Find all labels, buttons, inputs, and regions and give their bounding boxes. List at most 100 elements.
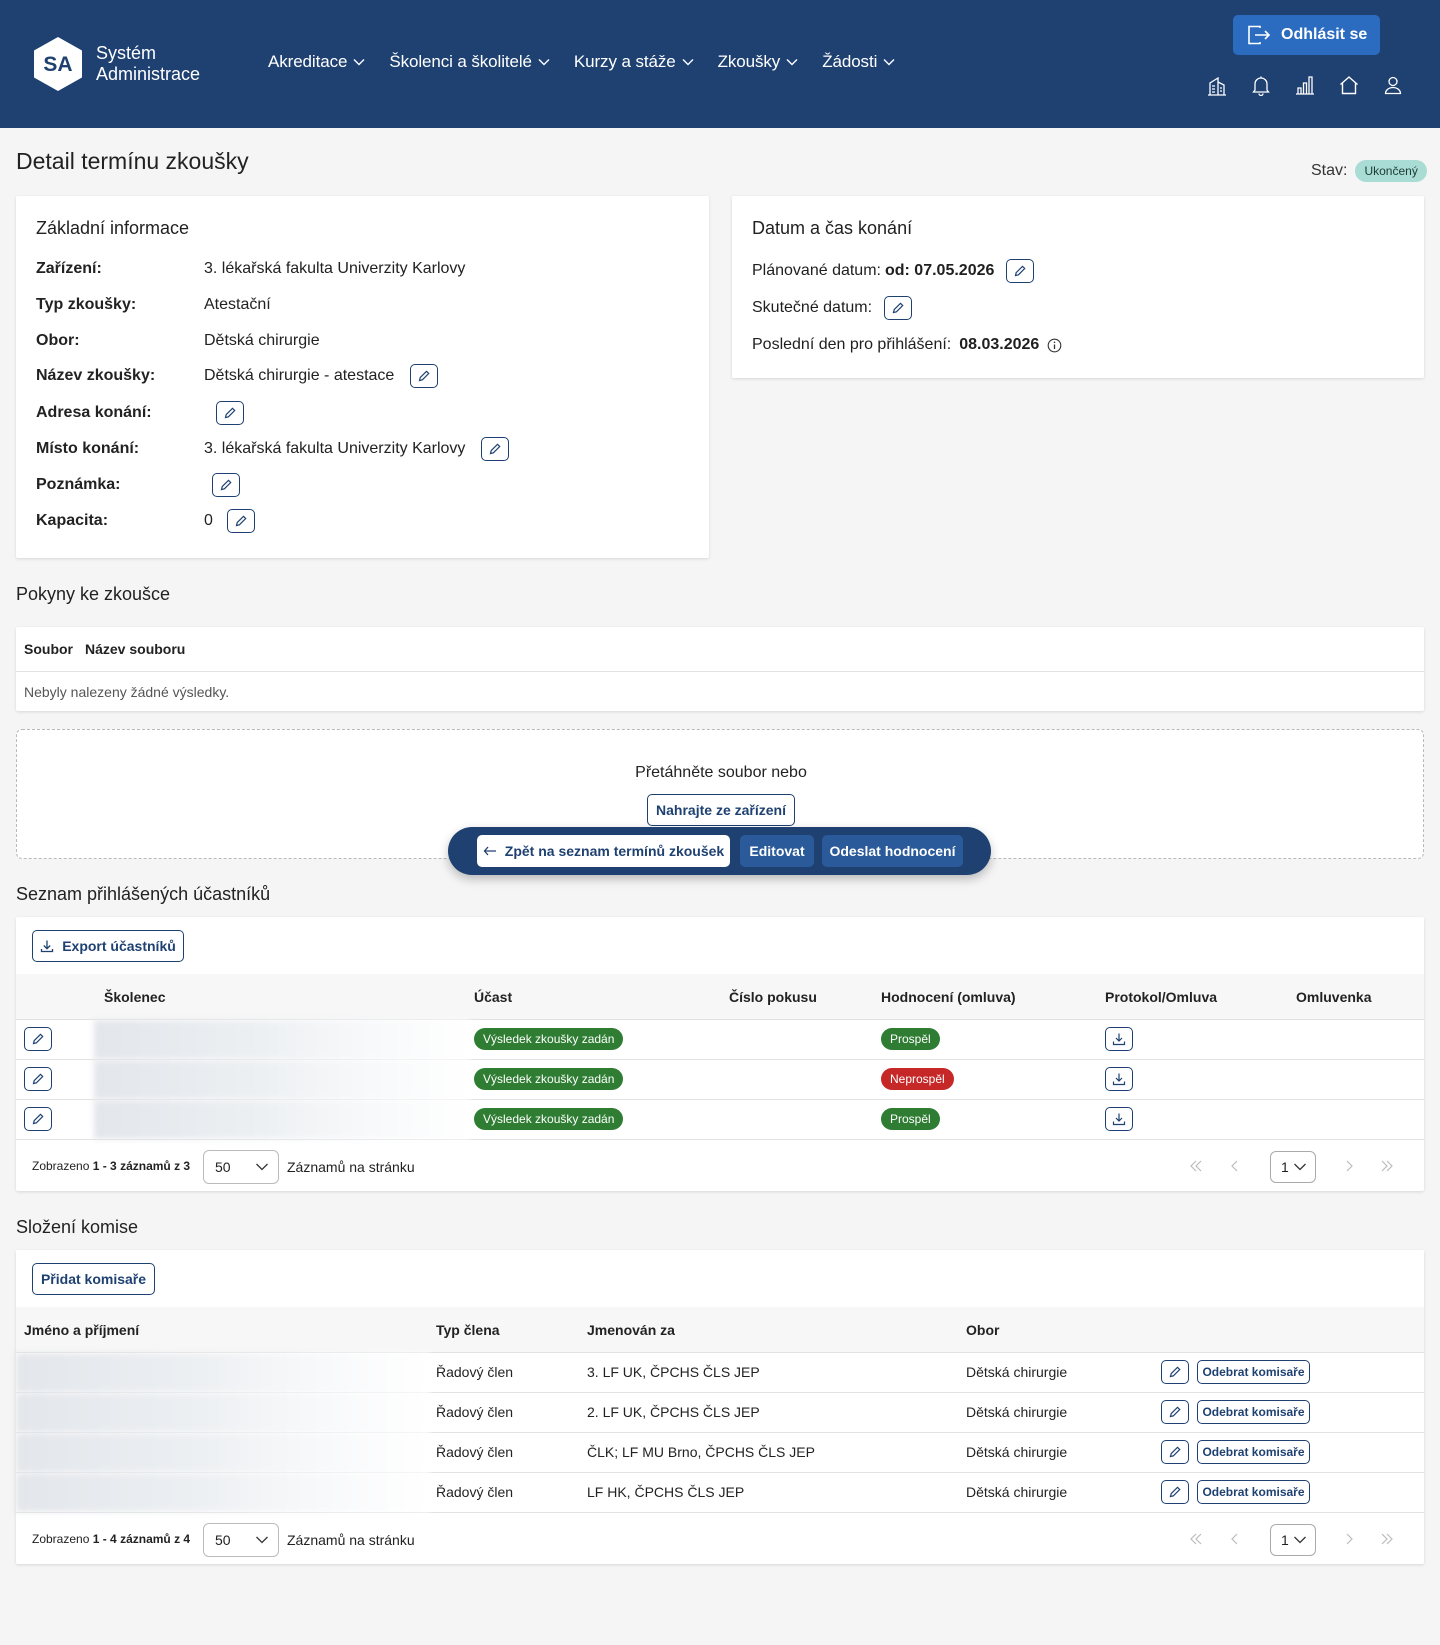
main-menu: Akreditace Školenci a školitelé Kurzy a …: [268, 52, 919, 72]
remove-commissioner-button[interactable]: Odebrat komisaře: [1197, 1400, 1310, 1424]
first-page-icon[interactable]: [1187, 1530, 1205, 1548]
info-row-zarizeni: Zařízení: 3. lékařská fakulta Univerzity …: [36, 260, 466, 277]
edit-planned-date-button[interactable]: [1006, 259, 1035, 283]
edit-button[interactable]: Editovat: [740, 835, 814, 867]
nav-kurzy[interactable]: Kurzy a stáže: [574, 52, 694, 72]
logo-icon[interactable]: SA: [33, 36, 83, 92]
committee-card: Přidat komisaře Jméno a příjmení Typ čle…: [16, 1250, 1424, 1564]
edit-commissioner-button[interactable]: [1161, 1400, 1189, 1424]
prev-page-icon[interactable]: [1226, 1530, 1244, 1548]
upload-button[interactable]: Nahrajte ze zařízení: [647, 794, 795, 826]
edit-actual-date-button[interactable]: [884, 296, 913, 320]
nav-akreditace[interactable]: Akreditace: [268, 52, 365, 72]
col-jmenovan: Jmenován za: [587, 1322, 675, 1338]
last-page-icon[interactable]: [1378, 1157, 1396, 1175]
add-commissioner-button[interactable]: Přidat komisaře: [32, 1263, 155, 1295]
brand-name: Systém Administrace: [96, 43, 201, 84]
pencil-icon: [220, 479, 232, 491]
redacted-name: [16, 1353, 430, 1392]
building-icon[interactable]: [1205, 73, 1229, 97]
edit-kapacita-button[interactable]: [226, 509, 255, 533]
edit-commissioner-button[interactable]: [1161, 1480, 1189, 1504]
logout-button[interactable]: Odhlásit se: [1233, 15, 1380, 55]
divider: [16, 671, 1424, 672]
edit-poznamka-button[interactable]: [212, 473, 240, 497]
chevron-down-icon: [682, 59, 694, 66]
participants-title: Seznam přihlášených účastníků: [16, 884, 271, 904]
pencil-icon: [892, 302, 904, 314]
info-row-poznamka: Poznámka:: [36, 473, 240, 497]
col-ucast: Účast: [474, 989, 513, 1005]
send-evaluation-button[interactable]: Odeslat hodnocení: [822, 835, 963, 867]
page-select[interactable]: 1: [1270, 1151, 1316, 1183]
bar-chart-icon[interactable]: [1293, 73, 1317, 97]
export-participants-button[interactable]: Export účastníků: [32, 930, 184, 962]
page-select[interactable]: 1: [1270, 1524, 1316, 1556]
first-page-icon[interactable]: [1187, 1157, 1205, 1175]
edit-commissioner-button[interactable]: [1161, 1360, 1189, 1384]
remove-commissioner-button[interactable]: Odebrat komisaře: [1197, 1360, 1310, 1384]
info-row-obor: Obor: Dětská chirurgie: [36, 332, 320, 349]
redacted-name: [94, 1100, 470, 1139]
page-size-select[interactable]: 50: [203, 1150, 279, 1184]
edit-nazev-button[interactable]: [410, 364, 439, 388]
info-row-adresa: Adresa konání:: [36, 401, 244, 425]
toolbar-icons: [1205, 73, 1425, 97]
prev-page-icon[interactable]: [1226, 1157, 1244, 1175]
edit-adresa-button[interactable]: [216, 401, 244, 425]
datetime-card: Datum a čas konání Plánované datum: od: 0…: [732, 196, 1424, 378]
pencil-icon: [32, 1113, 44, 1125]
last-day-row: Poslední den pro přihlášení: 08.03.2026: [752, 336, 1062, 354]
pencil-icon: [1015, 265, 1026, 277]
nav-skolenci[interactable]: Školenci a školitelé: [389, 52, 550, 72]
edit-commissioner-button[interactable]: [1161, 1440, 1189, 1464]
next-page-icon[interactable]: [1340, 1157, 1358, 1175]
next-page-icon[interactable]: [1340, 1530, 1358, 1548]
info-row-misto: Místo konání: 3. lékařská fakulta Univerz…: [36, 437, 510, 461]
pagination-summary: Zobrazeno 1 - 3 záznamů z 3: [32, 1159, 191, 1173]
col-nazev-souboru: Název souboru: [85, 641, 186, 657]
edit-row-button[interactable]: [24, 1027, 52, 1051]
col-protokol: Protokol/Omluva: [1105, 989, 1218, 1005]
chevron-down-icon: [256, 1536, 268, 1544]
nav-zadosti[interactable]: Žádosti: [822, 52, 895, 72]
info-icon[interactable]: [1047, 338, 1062, 353]
col-cislo-pokusu: Číslo pokusu: [729, 989, 817, 1005]
nav-zkousky[interactable]: Zkoušky: [718, 52, 799, 72]
download-icon: [1112, 1113, 1126, 1126]
info-row-nazev: Název zkoušky: Dětská chirurgie - atestac…: [36, 364, 439, 388]
pencil-icon: [490, 443, 501, 455]
pencil-icon: [32, 1033, 44, 1045]
col-obor: Obor: [966, 1322, 1000, 1338]
instructions-table: Soubor Název souboru Nebyly nalezeny žád…: [16, 627, 1424, 711]
edit-misto-button[interactable]: [481, 437, 510, 461]
logout-icon: [1248, 25, 1271, 45]
basic-info-card: Základní informace Zařízení: 3. lékařská …: [16, 196, 709, 558]
datetime-title: Datum a čas konání: [752, 218, 913, 238]
download-protocol-button[interactable]: [1105, 1107, 1133, 1131]
info-row-kapacita: Kapacita: 0: [36, 509, 255, 533]
redacted-name: [16, 1393, 430, 1432]
edit-row-button[interactable]: [24, 1067, 52, 1091]
bell-icon[interactable]: [1249, 73, 1273, 97]
chevron-down-icon: [1294, 1536, 1306, 1544]
participants-card: Export účastníků Školenec Účast Číslo po…: [16, 917, 1424, 1191]
remove-commissioner-button[interactable]: Odebrat komisaře: [1197, 1440, 1310, 1464]
chevron-down-icon: [538, 59, 550, 66]
redacted-name: [94, 1020, 470, 1059]
remove-commissioner-button[interactable]: Odebrat komisaře: [1197, 1480, 1310, 1504]
user-icon[interactable]: [1381, 73, 1405, 97]
col-jmeno: Jméno a příjmení: [24, 1322, 140, 1338]
last-page-icon[interactable]: [1378, 1530, 1396, 1548]
chevron-down-icon: [786, 59, 798, 66]
back-button[interactable]: Zpět na seznam termínů zkoušek: [477, 835, 730, 867]
download-protocol-button[interactable]: [1105, 1067, 1133, 1091]
download-protocol-button[interactable]: [1105, 1027, 1133, 1051]
info-row-typ: Typ zkoušky: Atestační: [36, 296, 271, 313]
redacted-name: [16, 1473, 430, 1512]
home-icon[interactable]: [1337, 73, 1361, 97]
participation-badge: Výsledek zkoušky zadán: [474, 1028, 624, 1050]
result-badge: Prospěl: [881, 1028, 940, 1050]
page-size-select[interactable]: 50: [203, 1523, 279, 1557]
edit-row-button[interactable]: [24, 1107, 52, 1131]
